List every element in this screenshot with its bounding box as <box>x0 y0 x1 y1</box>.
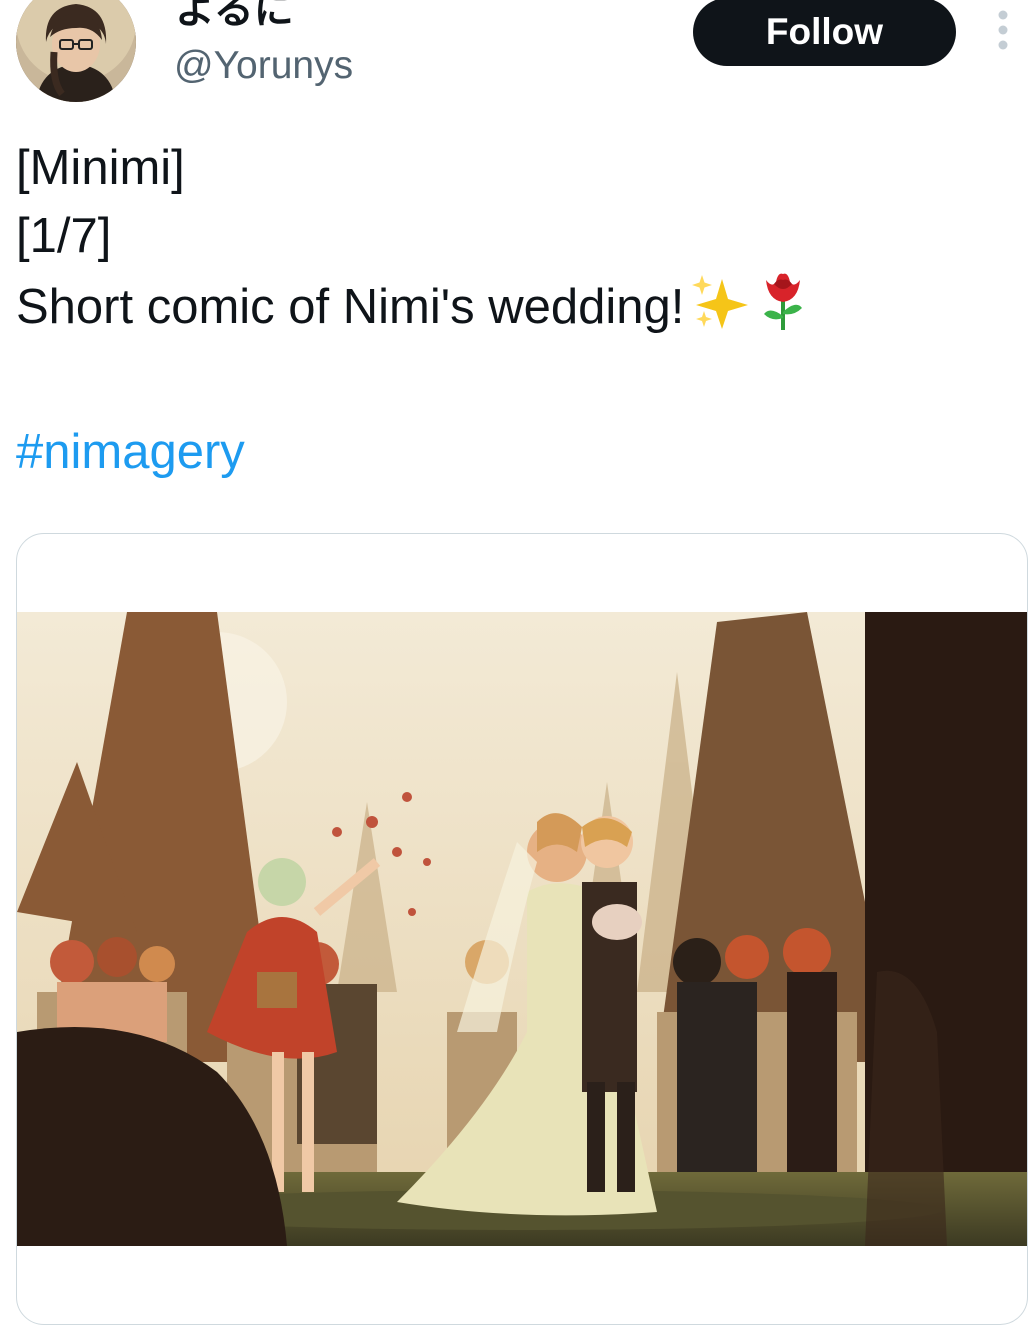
user-handle[interactable]: @Yorunys <box>174 42 353 90</box>
sparkles-icon <box>690 273 752 347</box>
tweet-text: [Minimi] [1/7] Short comic of Nimi's wed… <box>16 134 1006 486</box>
tweet-line-description: Short comic of Nimi's wedding! <box>16 270 1006 350</box>
tweet-line-title: [Minimi] <box>16 141 185 195</box>
tweet-line-page: [1/7] <box>16 209 112 263</box>
display-name[interactable]: よるに <box>175 0 294 34</box>
media-card[interactable] <box>16 533 1028 1325</box>
wedding-comic-image[interactable] <box>17 612 1027 1246</box>
rose-icon <box>758 270 808 350</box>
hashtag-link[interactable]: #nimagery <box>16 418 1006 486</box>
follow-button[interactable]: Follow <box>693 0 956 66</box>
more-options-icon[interactable] <box>990 10 1016 52</box>
avatar-image <box>16 0 136 102</box>
tweet-description-text: Short comic of Nimi's wedding! <box>16 279 685 334</box>
avatar[interactable] <box>16 0 136 102</box>
